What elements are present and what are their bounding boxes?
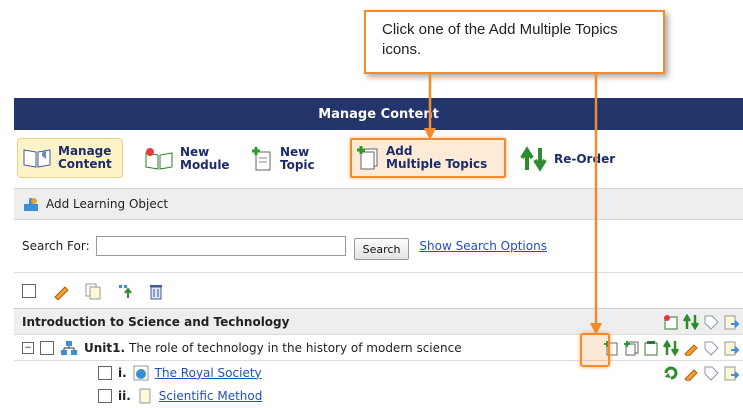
callout-arrows xyxy=(424,74,602,335)
